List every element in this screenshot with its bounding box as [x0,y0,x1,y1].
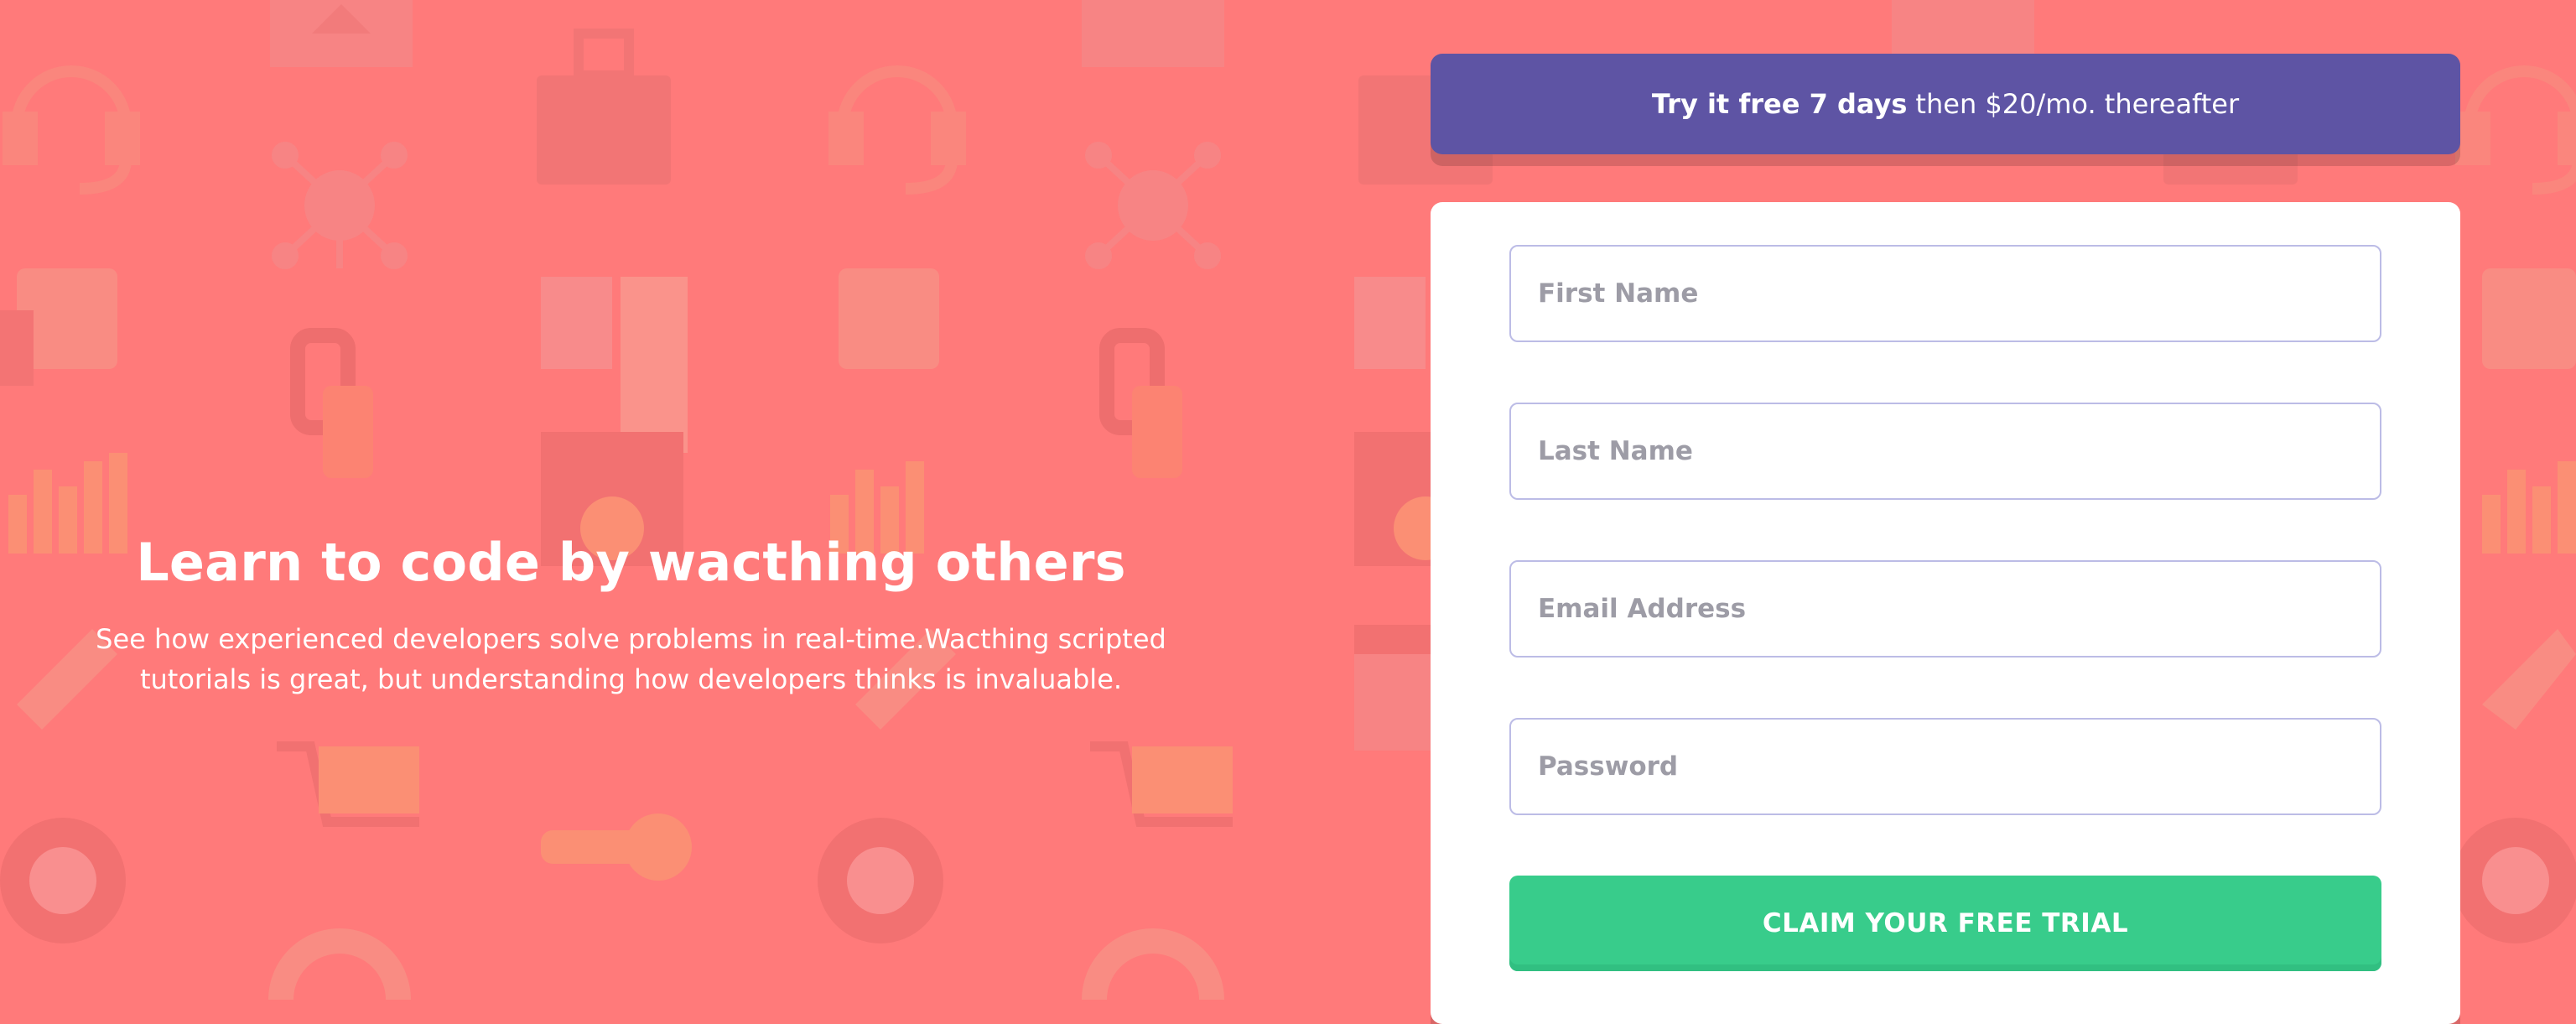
lifebuoy-icon [268,928,1224,1000]
headset-icon [2455,65,2576,195]
cart-icon [277,741,1233,827]
network-icon [272,142,1221,269]
puzzle-icon [541,277,1501,453]
email-input[interactable] [1509,560,2381,658]
offer-highlight: Try it free 7 days [1651,88,1908,120]
hero: Learn to code by wacthing others See how… [84,528,1178,699]
claim-trial-button[interactable]: CLAIM YOUR FREE TRIAL [1509,876,2381,971]
hero-description: See how experienced developers solve pro… [96,623,1166,695]
headset-icon [3,65,140,195]
link-icon [290,328,1165,435]
offer-rest: then $20/mo. thereafter [1915,88,2240,120]
first-name-input[interactable] [1509,245,2381,342]
headset-icon [828,65,966,195]
signup-form: CLAIM YOUR FREE TRIAL [1431,202,2460,1024]
key-icon [541,813,692,881]
last-name-input[interactable] [1509,403,2381,500]
password-input[interactable] [1509,718,2381,815]
hero-title: Learn to code by wacthing others [136,532,1126,593]
offer-banner: Try it free 7 days then $20/mo. thereaft… [1431,54,2460,154]
